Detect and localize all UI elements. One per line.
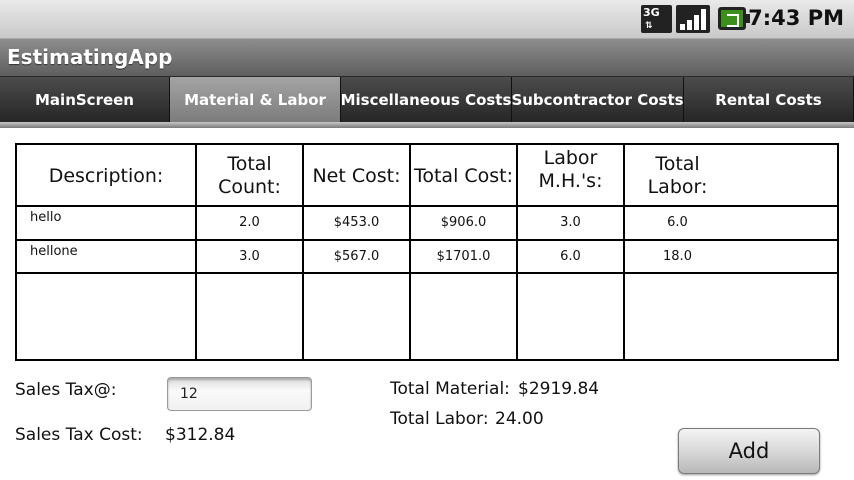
3g-data-icon: 3G ⇅ — [641, 5, 672, 33]
table-cell-total-labor[interactable]: 18.0 — [625, 240, 730, 273]
sales-tax-cost-label: Sales Tax Cost: — [15, 425, 143, 445]
header-total-cost: Total Cost: — [413, 164, 514, 187]
table-cell-net-cost[interactable]: $567.0 — [304, 240, 409, 273]
tab-miscellaneous-costs[interactable]: Miscellaneous Costs — [341, 77, 512, 122]
total-labor-value: 24.00 — [495, 409, 544, 429]
tab-material-labor[interactable]: Material & Labor — [170, 77, 341, 122]
total-material-label: Total Material: — [390, 379, 510, 399]
header-total-count: Total Count: — [218, 153, 281, 198]
table-cell-net-cost[interactable]: $453.0 — [304, 206, 409, 239]
battery-charging-icon — [716, 5, 750, 33]
header-labor-mh: Labor M.H.'s: — [538, 147, 603, 192]
table-cell-total-count[interactable]: 3.0 — [197, 240, 302, 273]
tab-rental-costs[interactable]: Rental Costs — [684, 77, 854, 122]
table-cell-total-count[interactable]: 2.0 — [197, 206, 302, 239]
header-description: Description: — [48, 164, 164, 187]
app-title-bar: EstimatingApp — [0, 38, 854, 76]
header-total-labor: Total Labor: — [647, 153, 708, 198]
table-cell-total-cost[interactable]: $906.0 — [411, 206, 516, 239]
tab-subcontractor-costs[interactable]: Subcontractor Costs — [511, 77, 684, 122]
table-cell-description[interactable]: hello — [17, 206, 195, 239]
table-cell-labor-mh[interactable]: 6.0 — [518, 240, 623, 273]
status-clock: 7:43 PM — [748, 6, 844, 30]
total-labor-label: Total Labor: — [390, 409, 489, 429]
table-cell-total-labor[interactable]: 6.0 — [625, 206, 730, 239]
header-net-cost: Net Cost: — [312, 164, 401, 187]
total-material-value: $2919.84 — [518, 379, 600, 399]
sales-tax-cost-value: $312.84 — [165, 425, 236, 445]
tab-mainscreen[interactable]: MainScreen — [0, 77, 170, 122]
app-title: EstimatingApp — [7, 45, 173, 69]
sales-tax-input[interactable]: 12 — [167, 377, 312, 411]
tab-bar: MainScreen Material & Labor Miscellaneou… — [0, 76, 854, 122]
add-button[interactable]: Add — [678, 428, 820, 474]
table-cell-labor-mh[interactable]: 3.0 — [518, 206, 623, 239]
tab-divider — [0, 122, 854, 128]
status-bar: 3G ⇅ 7:43 PM — [0, 0, 854, 38]
sales-tax-label: Sales Tax@: — [15, 380, 117, 400]
table-cell-total-cost[interactable]: $1701.0 — [411, 240, 516, 273]
signal-strength-icon — [676, 5, 710, 33]
table-cell-description[interactable]: hellone — [17, 240, 195, 273]
materials-table: Description: Total Count: Net Cost: Tota… — [15, 143, 839, 361]
